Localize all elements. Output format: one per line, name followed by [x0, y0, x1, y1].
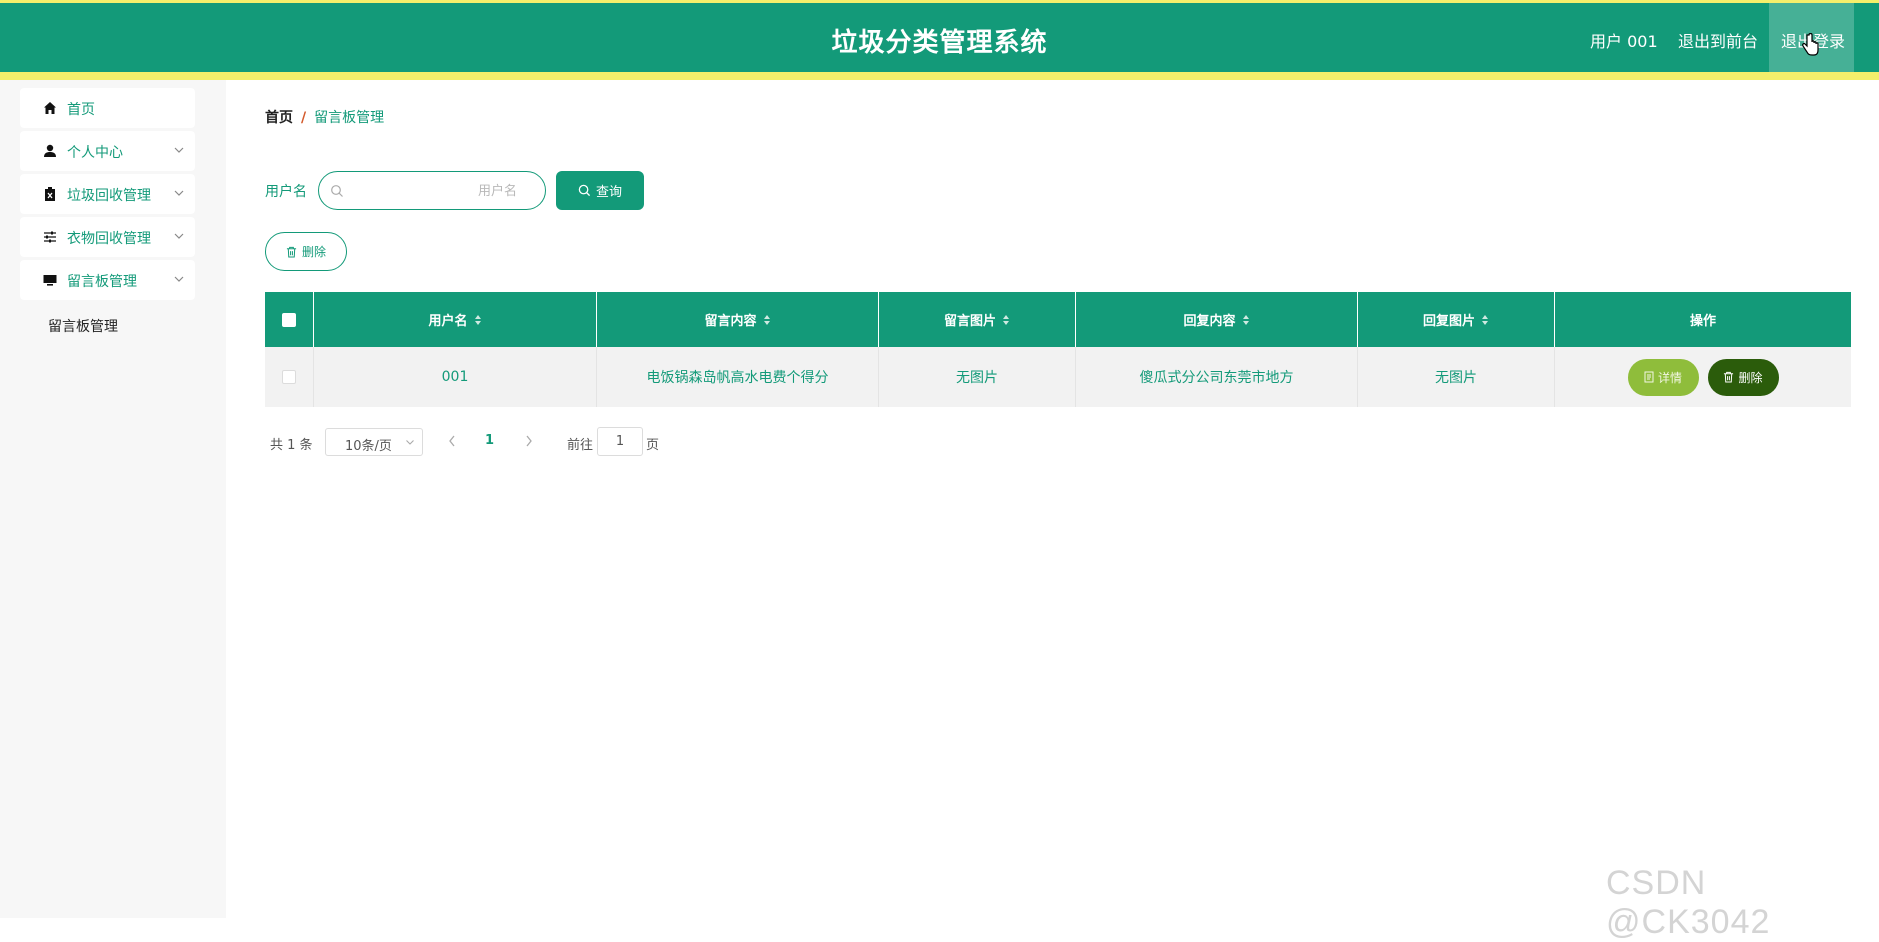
- cell-reply: 傻瓜式分公司东莞市地方: [1076, 347, 1358, 407]
- sort-icon: [763, 314, 770, 325]
- column-header-reply-image[interactable]: 回复图片: [1358, 292, 1555, 347]
- sidebar-item-personal-center[interactable]: 个人中心: [20, 131, 195, 171]
- goto-label: 前往: [567, 438, 594, 453]
- row-checkbox[interactable]: [282, 370, 296, 384]
- top-edge-stripe: [0, 0, 1879, 3]
- select-all-cell: [265, 292, 314, 347]
- pagination-total: 共 1 条: [270, 438, 313, 453]
- table-header: 用户名 留言内容 留言图片 回复内容 回复图片 操作: [265, 292, 1851, 347]
- hand-cursor-icon: [1802, 33, 1819, 56]
- detail-button[interactable]: 详情: [1627, 358, 1699, 396]
- breadcrumb: 首页 / 留言板管理: [265, 107, 384, 127]
- sliders-icon: [44, 231, 56, 243]
- trash-icon: [1724, 371, 1734, 383]
- query-button-label: 查询: [595, 185, 622, 200]
- column-header-image[interactable]: 留言图片: [879, 292, 1076, 347]
- sort-icon: [474, 314, 481, 325]
- sidebar-item-label: 首页: [67, 102, 95, 118]
- cell-username: 001: [314, 347, 597, 407]
- detail-button-label: 详情: [1657, 370, 1682, 385]
- header-accent-stripe: [0, 72, 1879, 80]
- cell-content: 电饭锅森岛帆高水电费个得分: [597, 347, 879, 407]
- sort-icon: [1003, 314, 1009, 325]
- sort-icon: [1242, 314, 1249, 325]
- batch-delete-label: 删除: [301, 245, 326, 259]
- sidebar-item-message-board[interactable]: 留言板管理: [20, 260, 195, 300]
- page-size-select[interactable]: 10条/页: [325, 428, 423, 456]
- delete-button[interactable]: 删除: [1707, 358, 1779, 396]
- chevron-down-icon: [174, 276, 184, 282]
- document-icon: [1644, 371, 1654, 383]
- monitor-icon: [43, 275, 57, 286]
- sidebar-item-garbage-recycling[interactable]: 垃圾回收管理: [20, 174, 195, 214]
- sidebar-subitem-message-board[interactable]: 留言板管理: [48, 316, 118, 336]
- sidebar-item-label: 个人中心: [67, 145, 123, 161]
- cell-image: 无图片: [879, 347, 1076, 407]
- chevron-down-icon: [174, 233, 184, 239]
- trash-icon: [286, 246, 297, 258]
- search-icon: [578, 184, 591, 197]
- search-field[interactable]: [318, 171, 546, 210]
- breadcrumb-home[interactable]: 首页: [265, 110, 293, 126]
- watermark: CSDN @CK3042: [1606, 864, 1771, 941]
- current-user-label: 用户 001: [1590, 32, 1658, 51]
- sort-icon: [1482, 314, 1488, 325]
- select-all-checkbox[interactable]: [282, 312, 296, 327]
- column-header-reply[interactable]: 回复内容: [1076, 292, 1358, 347]
- chevron-down-icon: [174, 190, 184, 196]
- sidebar-item-label: 留言板管理: [67, 274, 137, 290]
- row-select-cell: [265, 347, 314, 407]
- sidebar-item-label: 垃圾回收管理: [67, 188, 151, 204]
- home-icon: [44, 102, 56, 114]
- sidebar: 首页 个人中心 垃圾回收管理 衣物回收管理 留言板管理 留言板管理: [0, 80, 226, 918]
- column-header-content[interactable]: 留言内容: [597, 292, 879, 347]
- page-suffix: 页: [646, 438, 660, 453]
- query-button[interactable]: 查询: [556, 171, 644, 210]
- next-page-icon[interactable]: [524, 434, 534, 448]
- sidebar-item-home[interactable]: 首页: [20, 88, 195, 128]
- search-input[interactable]: [353, 178, 533, 204]
- table-row: 001 电饭锅森岛帆高水电费个得分 无图片 傻瓜式分公司东莞市地方 无图片 详情…: [265, 347, 1851, 407]
- column-header-username[interactable]: 用户名: [314, 292, 597, 347]
- chevron-down-icon: [406, 440, 414, 445]
- exit-to-front-link[interactable]: 退出到前台: [1678, 28, 1758, 52]
- breadcrumb-current: 留言板管理: [314, 110, 385, 126]
- page-size-value: 10条/页: [345, 439, 392, 454]
- user-icon: [44, 144, 56, 157]
- page-number-current[interactable]: 1: [485, 433, 494, 448]
- chevron-down-icon: [174, 147, 184, 153]
- batch-delete-button[interactable]: 删除: [265, 232, 347, 271]
- trash-icon: [45, 187, 55, 201]
- search-label: 用户名: [265, 184, 307, 200]
- column-header-actions: 操作: [1689, 314, 1716, 329]
- prev-page-icon[interactable]: [447, 434, 457, 448]
- goto-page-input[interactable]: [597, 427, 643, 456]
- cell-actions: 详情 删除: [1555, 347, 1851, 407]
- sidebar-item-clothes-recycling[interactable]: 衣物回收管理: [20, 217, 195, 257]
- search-icon: [331, 185, 343, 197]
- breadcrumb-separator: /: [301, 110, 307, 126]
- delete-button-label: 删除: [1738, 370, 1763, 385]
- cell-reply-image: 无图片: [1358, 347, 1555, 407]
- sidebar-item-label: 衣物回收管理: [67, 231, 151, 247]
